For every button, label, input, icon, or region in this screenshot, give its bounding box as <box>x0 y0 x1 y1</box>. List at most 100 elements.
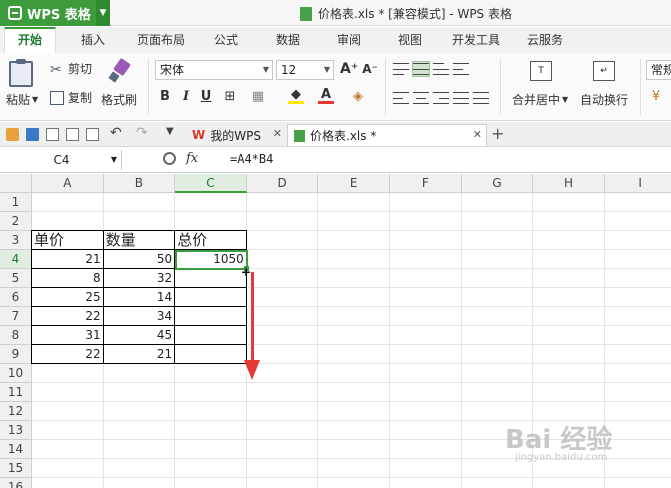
row-header-15[interactable]: 15 <box>0 459 32 478</box>
row-header-9[interactable]: 9 <box>0 345 32 364</box>
row-header-7[interactable]: 7 <box>0 307 32 326</box>
format-painter-icon[interactable] <box>108 60 130 84</box>
tab-review[interactable]: 审阅 <box>327 27 371 53</box>
align-middle-icon[interactable] <box>412 61 430 77</box>
row-header-8[interactable]: 8 <box>0 326 32 345</box>
insert-function-button[interactable]: fx <box>186 151 198 166</box>
table-cell[interactable]: 21 <box>104 345 176 364</box>
align-right-icon[interactable] <box>433 91 449 105</box>
wps-app-menu-button[interactable]: WPS 表格 <box>0 0 96 26</box>
table-cell[interactable] <box>175 269 247 288</box>
tab-data[interactable]: 数据 <box>266 27 310 53</box>
formula-input[interactable]: =A4*B4 <box>230 152 273 166</box>
column-header-h[interactable]: H <box>533 174 605 193</box>
tab-home[interactable]: 开始 <box>4 27 56 53</box>
column-header-b[interactable]: B <box>103 174 176 193</box>
fill-color-icon[interactable]: ◆ <box>288 88 304 104</box>
column-header-e[interactable]: E <box>318 174 390 193</box>
row-header-13[interactable]: 13 <box>0 421 32 440</box>
font-size-select[interactable]: 12 ▼ <box>276 60 334 80</box>
italic-button[interactable]: I <box>178 89 194 104</box>
doc-tab-price-sheet[interactable]: 价格表.xls * ✕ <box>287 124 487 146</box>
customize-toolbar-icon[interactable]: ▼ <box>166 126 179 139</box>
column-header-c[interactable]: C <box>175 174 247 193</box>
table-cell[interactable] <box>175 326 247 345</box>
table-cell[interactable] <box>175 288 247 307</box>
row-header-10[interactable]: 10 <box>0 364 32 383</box>
wrap-text-icon[interactable]: ↵ <box>593 61 615 81</box>
merge-center-button[interactable]: 合并居中 ▼ <box>512 91 568 108</box>
table-header-cell[interactable]: 总价 <box>175 231 247 250</box>
font-name-select[interactable]: 宋体 ▼ <box>155 60 273 80</box>
bold-button[interactable]: B <box>157 89 173 104</box>
currency-format-icon[interactable]: ¥ <box>648 89 664 104</box>
row-header-6[interactable]: 6 <box>0 288 32 307</box>
font-color-icon[interactable]: A <box>318 88 334 104</box>
redo-icon[interactable]: ↷ <box>136 125 149 141</box>
row-header-1[interactable]: 1 <box>0 193 32 212</box>
cell-fill-pattern-icon[interactable]: ▦ <box>250 89 266 104</box>
underline-button[interactable]: U <box>198 89 214 104</box>
undo-icon[interactable]: ↶ <box>110 125 123 141</box>
align-left-icon[interactable] <box>393 91 409 105</box>
tab-cloud-services[interactable]: 云服务 <box>518 27 572 53</box>
align-bottom-icon[interactable] <box>433 62 449 76</box>
select-all-corner[interactable] <box>0 174 32 193</box>
table-header-cell[interactable]: 单价 <box>32 231 104 250</box>
distributed-align-icon[interactable] <box>473 91 489 105</box>
close-icon[interactable]: ✕ <box>473 128 482 141</box>
paste-button[interactable]: 粘贴 ▼ <box>6 91 38 108</box>
tab-insert[interactable]: 插入 <box>70 27 116 53</box>
borders-icon[interactable]: ⊞ <box>222 89 238 104</box>
table-cell[interactable]: 45 <box>104 326 176 345</box>
close-icon[interactable]: ✕ <box>273 127 282 140</box>
format-painter-button[interactable]: 格式刷 <box>101 91 137 108</box>
column-header-g[interactable]: G <box>461 174 534 193</box>
name-box[interactable]: C4 ▼ <box>2 150 122 170</box>
row-header-12[interactable]: 12 <box>0 402 32 421</box>
table-cell[interactable]: 1050 <box>175 250 247 269</box>
new-tab-plus-icon[interactable]: + <box>491 124 504 143</box>
print-preview-icon[interactable] <box>86 128 99 141</box>
table-cell[interactable]: 34 <box>104 307 176 326</box>
row-header-4[interactable]: 4 <box>0 250 32 269</box>
export-pdf-icon[interactable] <box>46 128 59 141</box>
open-folder-icon[interactable] <box>6 128 19 141</box>
align-center-icon[interactable] <box>413 91 429 105</box>
cut-button[interactable]: ✂ 剪切 <box>50 60 92 78</box>
table-cell[interactable]: 22 <box>32 345 104 364</box>
save-icon[interactable] <box>26 128 39 141</box>
table-cell[interactable] <box>175 307 247 326</box>
app-menu-dropdown-icon[interactable]: ▼ <box>96 0 110 26</box>
print-icon[interactable] <box>66 128 79 141</box>
column-header-a[interactable]: A <box>32 174 104 193</box>
column-header-d[interactable]: D <box>246 174 319 193</box>
row-header-2[interactable]: 2 <box>0 212 32 231</box>
row-header-3[interactable]: 3 <box>0 231 32 250</box>
table-cell[interactable]: 21 <box>32 250 104 269</box>
row-header-11[interactable]: 11 <box>0 383 32 402</box>
table-cell[interactable] <box>175 345 247 364</box>
row-header-14[interactable]: 14 <box>0 440 32 459</box>
table-header-cell[interactable]: 数量 <box>104 231 176 250</box>
table-cell[interactable]: 22 <box>32 307 104 326</box>
doc-tab-my-wps[interactable]: W 我的WPS ✕ <box>186 124 286 146</box>
clear-format-icon[interactable]: ◈ <box>350 89 366 104</box>
increase-font-size-icon[interactable]: A⁺ <box>340 61 358 77</box>
merge-center-icon[interactable]: T <box>530 61 552 81</box>
table-cell[interactable]: 31 <box>32 326 104 345</box>
column-header-f[interactable]: F <box>390 174 462 193</box>
decrease-font-size-icon[interactable]: A⁻ <box>362 62 378 76</box>
tab-developer[interactable]: 开发工具 <box>445 27 507 53</box>
align-top-icon[interactable] <box>393 62 409 76</box>
table-cell[interactable]: 25 <box>32 288 104 307</box>
align-justify-icon[interactable] <box>453 91 469 105</box>
table-cell[interactable]: 32 <box>104 269 176 288</box>
tab-view[interactable]: 视图 <box>388 27 432 53</box>
tab-page-layout[interactable]: 页面布局 <box>130 27 192 53</box>
table-cell[interactable]: 14 <box>104 288 176 307</box>
copy-button[interactable]: 复制 <box>50 89 92 106</box>
paste-icon[interactable] <box>9 59 33 87</box>
tab-formulas[interactable]: 公式 <box>204 27 248 53</box>
table-cell[interactable]: 50 <box>104 250 176 269</box>
